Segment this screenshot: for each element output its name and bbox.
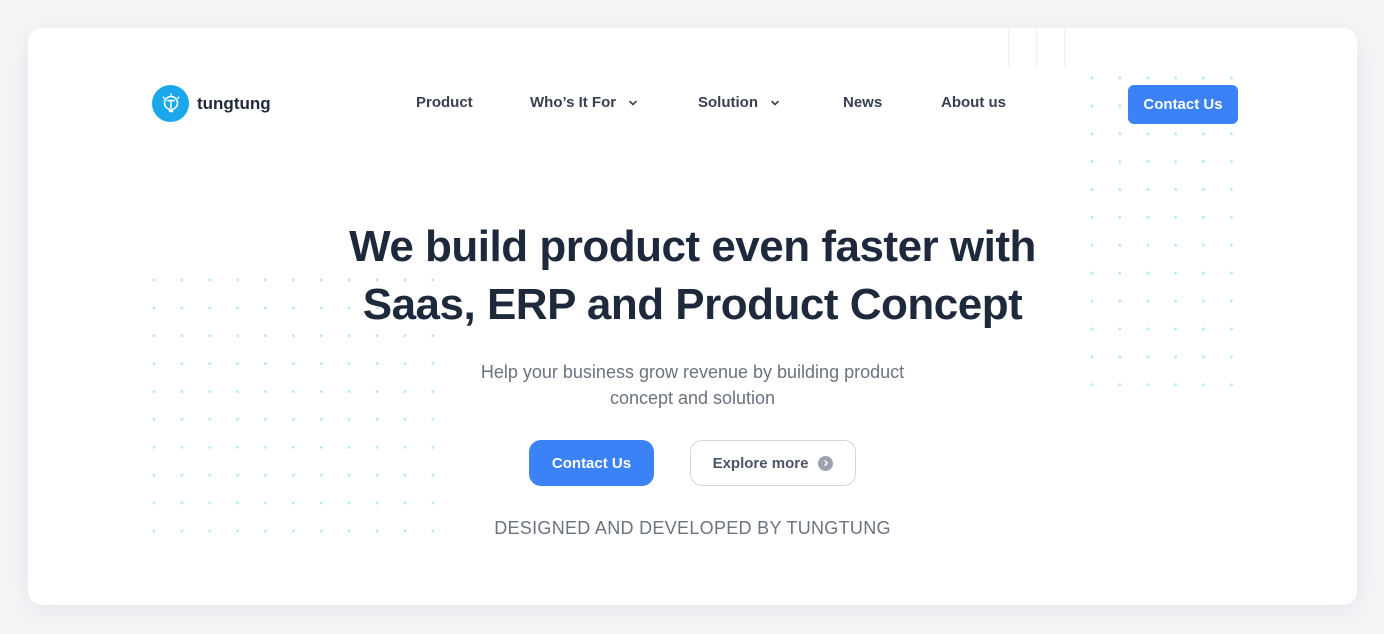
- nav-item-product[interactable]: Product: [416, 94, 473, 111]
- decorative-lines: [1008, 28, 1068, 68]
- explore-more-label: Explore more: [712, 454, 809, 472]
- explore-more-button[interactable]: Explore more: [690, 440, 856, 486]
- nav-label: Who’s It For: [530, 94, 617, 111]
- chevron-down-icon: [629, 100, 637, 105]
- chevron-right-circle-icon: [818, 455, 834, 471]
- nav-label: Product: [416, 94, 473, 111]
- hero-title-line: Saas, ERP and Product Concept: [362, 280, 1023, 329]
- nav-label: News: [843, 94, 883, 111]
- brand-name: tungtung: [197, 93, 271, 113]
- brand-logo[interactable]: tungtung: [152, 85, 271, 122]
- lightbulb-icon: [152, 85, 189, 122]
- nav-label: Solution: [698, 94, 758, 111]
- nav-item-news[interactable]: News: [843, 94, 882, 111]
- hero-subtitle: Help your business grow revenue by build…: [448, 359, 937, 411]
- nav-contact-button[interactable]: Contact Us: [1128, 85, 1238, 124]
- nav-label: About us: [941, 94, 1006, 111]
- hero-subtitle-line: Help your business grow revenue by build…: [480, 362, 905, 382]
- hero-card: tungtung Product Who’s It For Solution N…: [28, 28, 1357, 605]
- hero-title-line: We build product even faster with: [349, 222, 1036, 271]
- nav-item-solution[interactable]: Solution: [698, 94, 780, 111]
- hero-subtitle-line: concept and solution: [609, 388, 776, 408]
- credit-text: DESIGNED AND DEVELOPED BY TUNGTUNG: [494, 518, 891, 538]
- nav-item-whos-it-for[interactable]: Who’s It For: [530, 94, 638, 111]
- hero-title: We build product even faster with Saas, …: [28, 218, 1357, 334]
- chevron-down-icon: [771, 100, 779, 105]
- nav-item-about-us[interactable]: About us: [941, 94, 1006, 111]
- contact-us-button[interactable]: Contact Us: [529, 440, 654, 486]
